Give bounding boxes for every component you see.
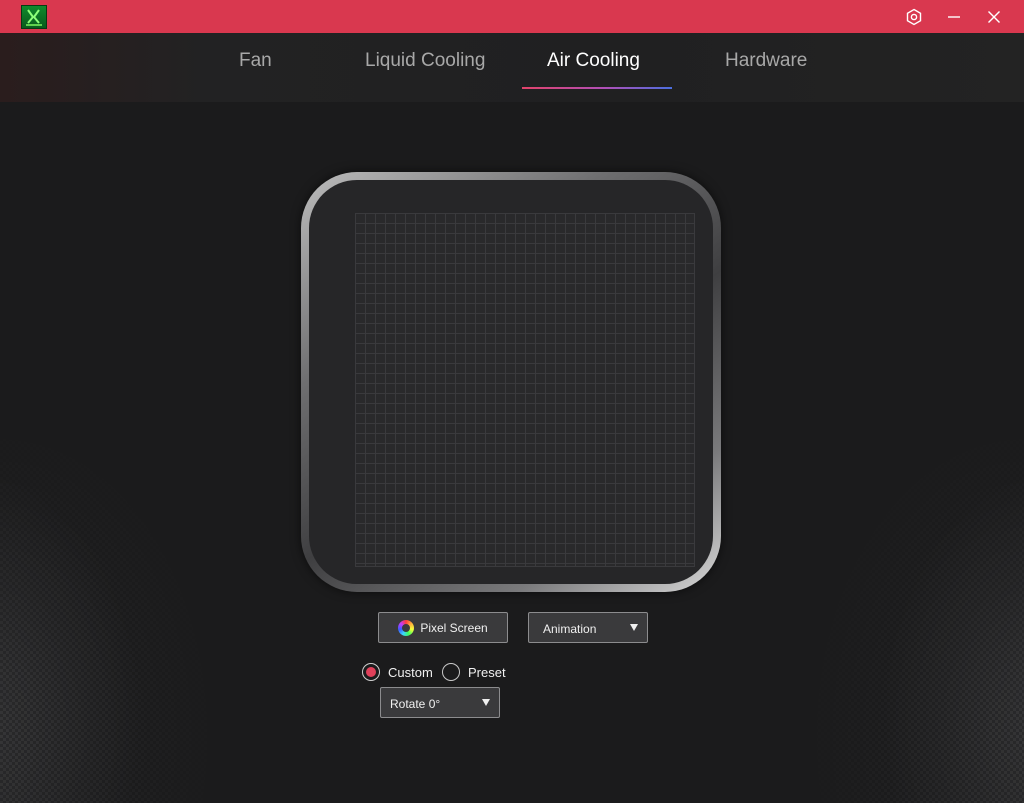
chevron-down-icon xyxy=(482,699,490,706)
animation-select[interactable]: Animation xyxy=(528,612,648,643)
chevron-down-icon xyxy=(630,624,638,631)
active-tab-indicator xyxy=(522,87,672,89)
background-pattern-left xyxy=(0,360,230,803)
lcd-screen xyxy=(309,180,713,584)
tab-bar: Fan Liquid Cooling Air Cooling Hardware xyxy=(0,33,1024,102)
rotate-select[interactable]: Rotate 0° xyxy=(380,687,500,718)
pixel-screen-label: Pixel Screen xyxy=(420,620,488,635)
lcd-screen-frame xyxy=(301,172,721,592)
pixel-grid[interactable] xyxy=(355,213,695,567)
radio-selected-icon[interactable] xyxy=(362,663,380,681)
radio-preset-label: Preset xyxy=(468,664,506,680)
radio-preset[interactable]: Preset xyxy=(442,661,506,683)
radio-unselected-icon[interactable] xyxy=(442,663,460,681)
animation-select-value: Animation xyxy=(543,622,597,636)
rotate-select-value: Rotate 0° xyxy=(390,697,441,711)
tab-fan[interactable]: Fan xyxy=(239,50,272,72)
settings-hex-icon[interactable] xyxy=(894,0,934,33)
app-window: Fan Liquid Cooling Air Cooling Hardware … xyxy=(0,0,1024,803)
tab-liquid-cooling[interactable]: Liquid Cooling xyxy=(365,50,485,72)
minimize-icon[interactable] xyxy=(934,0,974,33)
color-wheel-icon xyxy=(398,619,415,636)
tab-air-cooling[interactable]: Air Cooling xyxy=(547,50,640,72)
pixel-screen-button[interactable]: Pixel Screen xyxy=(378,612,508,643)
close-icon[interactable] xyxy=(974,0,1014,33)
background-pattern-right xyxy=(794,360,1024,803)
app-logo-icon xyxy=(21,5,47,29)
radio-custom-label: Custom xyxy=(388,664,433,680)
radio-custom[interactable]: Custom xyxy=(362,661,433,683)
title-bar xyxy=(0,0,1024,33)
tab-hardware[interactable]: Hardware xyxy=(725,50,807,72)
